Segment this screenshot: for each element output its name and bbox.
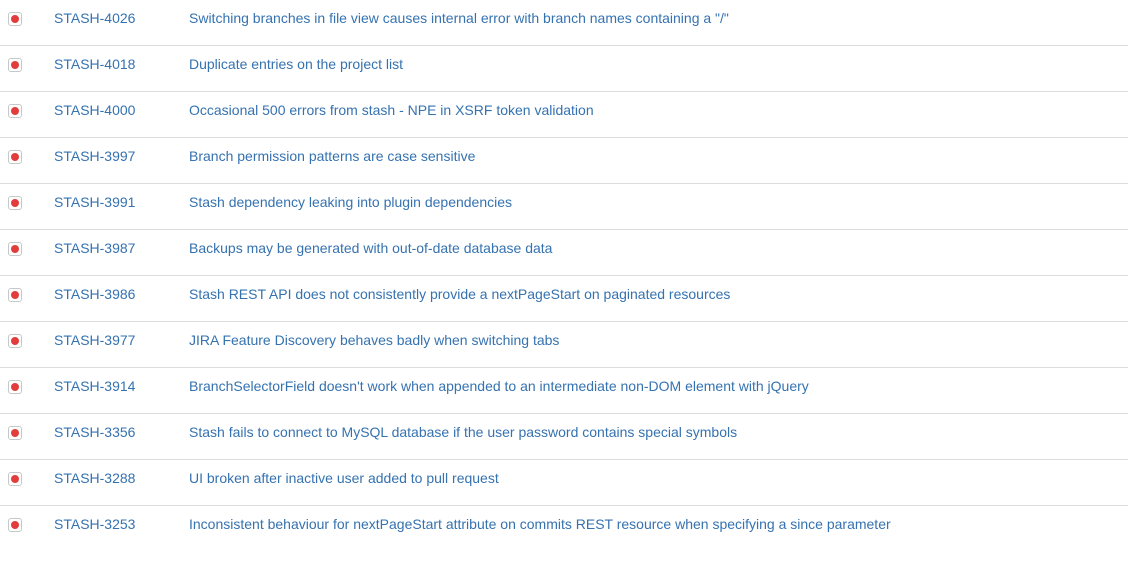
issue-row: STASH-3253 Inconsistent behaviour for ne…: [0, 506, 1128, 552]
issue-key-link[interactable]: STASH-3991: [54, 194, 135, 210]
issue-row: STASH-3986 Stash REST API does not consi…: [0, 276, 1128, 322]
issue-key-link[interactable]: STASH-4000: [54, 102, 135, 118]
issue-summary-link[interactable]: Inconsistent behaviour for nextPageStart…: [189, 516, 891, 532]
issue-key-link[interactable]: STASH-3987: [54, 240, 135, 256]
issue-row: STASH-3997 Branch permission patterns ar…: [0, 138, 1128, 184]
issue-summary-link[interactable]: Stash fails to connect to MySQL database…: [189, 424, 737, 440]
bug-icon: [8, 334, 22, 348]
issue-row: STASH-3977 JIRA Feature Discovery behave…: [0, 322, 1128, 368]
issue-summary-link[interactable]: Stash dependency leaking into plugin dep…: [189, 194, 512, 210]
issue-key-link[interactable]: STASH-4026: [54, 10, 135, 26]
issue-row: STASH-3987 Backups may be generated with…: [0, 230, 1128, 276]
issue-summary-link[interactable]: BranchSelectorField doesn't work when ap…: [189, 378, 809, 394]
bug-icon: [8, 58, 22, 72]
issue-summary-link[interactable]: Duplicate entries on the project list: [189, 56, 403, 72]
issue-key-link[interactable]: STASH-3288: [54, 470, 135, 486]
bug-icon: [8, 196, 22, 210]
issue-list: STASH-4026 Switching branches in file vi…: [0, 0, 1128, 552]
issue-key-link[interactable]: STASH-3997: [54, 148, 135, 164]
issue-key-link[interactable]: STASH-3986: [54, 286, 135, 302]
bug-icon: [8, 12, 22, 26]
issue-row: STASH-4026 Switching branches in file vi…: [0, 0, 1128, 46]
issue-summary-link[interactable]: Stash REST API does not consistently pro…: [189, 286, 730, 302]
bug-icon: [8, 472, 22, 486]
bug-icon: [8, 518, 22, 532]
bug-icon: [8, 242, 22, 256]
issue-key-link[interactable]: STASH-3914: [54, 378, 135, 394]
issue-summary-link[interactable]: Branch permission patterns are case sens…: [189, 148, 475, 164]
bug-icon: [8, 426, 22, 440]
bug-icon: [8, 380, 22, 394]
issue-summary-link[interactable]: UI broken after inactive user added to p…: [189, 470, 499, 486]
issue-summary-link[interactable]: Backups may be generated with out-of-dat…: [189, 240, 552, 256]
issue-key-link[interactable]: STASH-3356: [54, 424, 135, 440]
issue-key-link[interactable]: STASH-3977: [54, 332, 135, 348]
issue-row: STASH-3914 BranchSelectorField doesn't w…: [0, 368, 1128, 414]
issue-key-link[interactable]: STASH-3253: [54, 516, 135, 532]
issue-key-link[interactable]: STASH-4018: [54, 56, 135, 72]
bug-icon: [8, 288, 22, 302]
issue-row: STASH-4000 Occasional 500 errors from st…: [0, 92, 1128, 138]
bug-icon: [8, 104, 22, 118]
issue-summary-link[interactable]: Occasional 500 errors from stash - NPE i…: [189, 102, 594, 118]
issue-summary-link[interactable]: JIRA Feature Discovery behaves badly whe…: [189, 332, 559, 348]
issue-row: STASH-3991 Stash dependency leaking into…: [0, 184, 1128, 230]
issue-row: STASH-3356 Stash fails to connect to MyS…: [0, 414, 1128, 460]
issue-row: STASH-4018 Duplicate entries on the proj…: [0, 46, 1128, 92]
bug-icon: [8, 150, 22, 164]
issue-summary-link[interactable]: Switching branches in file view causes i…: [189, 10, 729, 26]
issue-row: STASH-3288 UI broken after inactive user…: [0, 460, 1128, 506]
